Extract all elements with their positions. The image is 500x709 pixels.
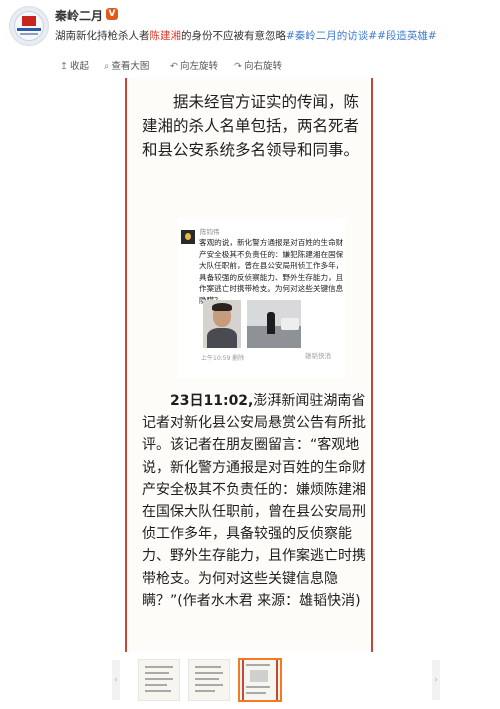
collapse-button[interactable]: ↥ 收起 — [60, 58, 89, 72]
next-image-button[interactable]: › — [432, 660, 440, 700]
flag-icon — [22, 16, 36, 26]
paragraph-timestamp: 23日11:02, — [170, 393, 254, 409]
magnify-icon: ⌕ — [104, 61, 110, 72]
paragraph-body: 澎湃新闻驻湖南省记者对新化县公安局悬赏公告有所批评。该记者在朋友圈留言：“客观地… — [142, 393, 366, 609]
headline-name-link[interactable]: 陈建湘 — [150, 30, 182, 42]
image-viewer[interactable]: 据未经官方证实的传闻，陈建湘的杀人名单包括，两名死者和县公安系统多名领导和同事。… — [125, 78, 373, 652]
logo-text-bar — [17, 28, 41, 31]
commenter-avatar — [181, 230, 195, 244]
thumb-image — [250, 670, 268, 682]
thumbnail-strip: ‹ › — [112, 656, 442, 704]
embedded-screenshot: 陈钧伟 客观的说，新化警方通报是对百姓的生命财产安全极其不负责任的：嫌犯陈建湘在… — [177, 218, 345, 378]
rotate-right-label: 向右旋转 — [243, 61, 282, 72]
article-paragraph-2: 23日11:02,澎湃新闻驻湖南省记者对新化县公安局悬赏公告有所批评。该记者在朋… — [142, 390, 366, 612]
photo-car — [281, 318, 299, 330]
rotate-right-icon: ↷ — [234, 61, 242, 72]
comment-time: 上午10:59 删除 — [201, 355, 245, 362]
thumb-line — [246, 692, 266, 694]
view-large-button[interactable]: ⌕ 查看大图 — [104, 58, 149, 72]
prev-image-button[interactable]: ‹ — [112, 660, 120, 700]
rotate-left-icon: ↶ — [170, 61, 178, 72]
thumb-line — [145, 678, 173, 680]
post-headline: 湖南新化持枪杀人者陈建湘的身份不应被有意忽略#秦岭二月的访谈##段造英雄# — [55, 28, 437, 43]
thumb-line — [145, 666, 173, 668]
thumb-border — [242, 660, 244, 700]
thumbnail-3-active[interactable] — [238, 658, 282, 702]
commenter-name: 陈钧伟 — [200, 228, 220, 236]
thumb-line — [195, 666, 221, 668]
thumb-line — [246, 664, 270, 666]
view-large-label: 查看大图 — [111, 61, 150, 72]
hashtag-link-1[interactable]: #秦岭二月的访谈# — [286, 30, 377, 42]
logo-text-bar-small — [20, 33, 38, 35]
suspect-photo — [203, 300, 241, 348]
hashtag-link-2[interactable]: #段造英雄# — [377, 30, 437, 42]
watermark: 雄韬快消 — [305, 352, 331, 360]
photo-person — [267, 312, 275, 334]
username[interactable]: 秦岭二月 — [55, 7, 103, 24]
rotate-left-label: 向左旋转 — [179, 61, 218, 72]
thumb-line — [145, 684, 167, 686]
thumb-line — [145, 672, 169, 674]
thumb-line — [246, 686, 270, 688]
street-photo — [247, 300, 301, 348]
thumb-line — [195, 672, 223, 674]
thumb-border — [276, 660, 278, 700]
rotate-right-button[interactable]: ↷ 向右旋转 — [234, 58, 282, 72]
collapse-icon: ↥ — [60, 61, 68, 72]
avatar[interactable] — [9, 6, 49, 46]
headline-text: 湖南新化持枪杀人者 — [55, 30, 150, 42]
thumbnail-2[interactable] — [188, 659, 230, 701]
photo-body — [207, 328, 237, 348]
photo-hair — [212, 303, 232, 311]
thumb-line — [195, 684, 223, 686]
article-paragraph-1: 据未经官方证实的传闻，陈建湘的杀人名单包括，两名死者和县公安系统多名领导和同事。 — [142, 93, 360, 159]
thumbnail-1[interactable] — [138, 659, 180, 701]
headline-text-tail: 的身份不应被有意忽略 — [181, 30, 286, 42]
collapse-label: 收起 — [69, 61, 89, 72]
verified-badge-icon: V — [106, 8, 118, 20]
thumb-line — [195, 690, 215, 692]
weibo-post: 秦岭二月 V 湖南新化持枪杀人者陈建湘的身份不应被有意忽略#秦岭二月的访谈##段… — [0, 0, 500, 709]
rotate-left-button[interactable]: ↶ 向左旋转 — [170, 58, 218, 72]
thumb-line — [145, 690, 171, 692]
commenter-text: 客观的说，新化警方通报是对百姓的生命财产安全极其不负责任的：嫌犯陈建湘在国保大队… — [199, 238, 344, 305]
thumb-line — [195, 678, 219, 680]
